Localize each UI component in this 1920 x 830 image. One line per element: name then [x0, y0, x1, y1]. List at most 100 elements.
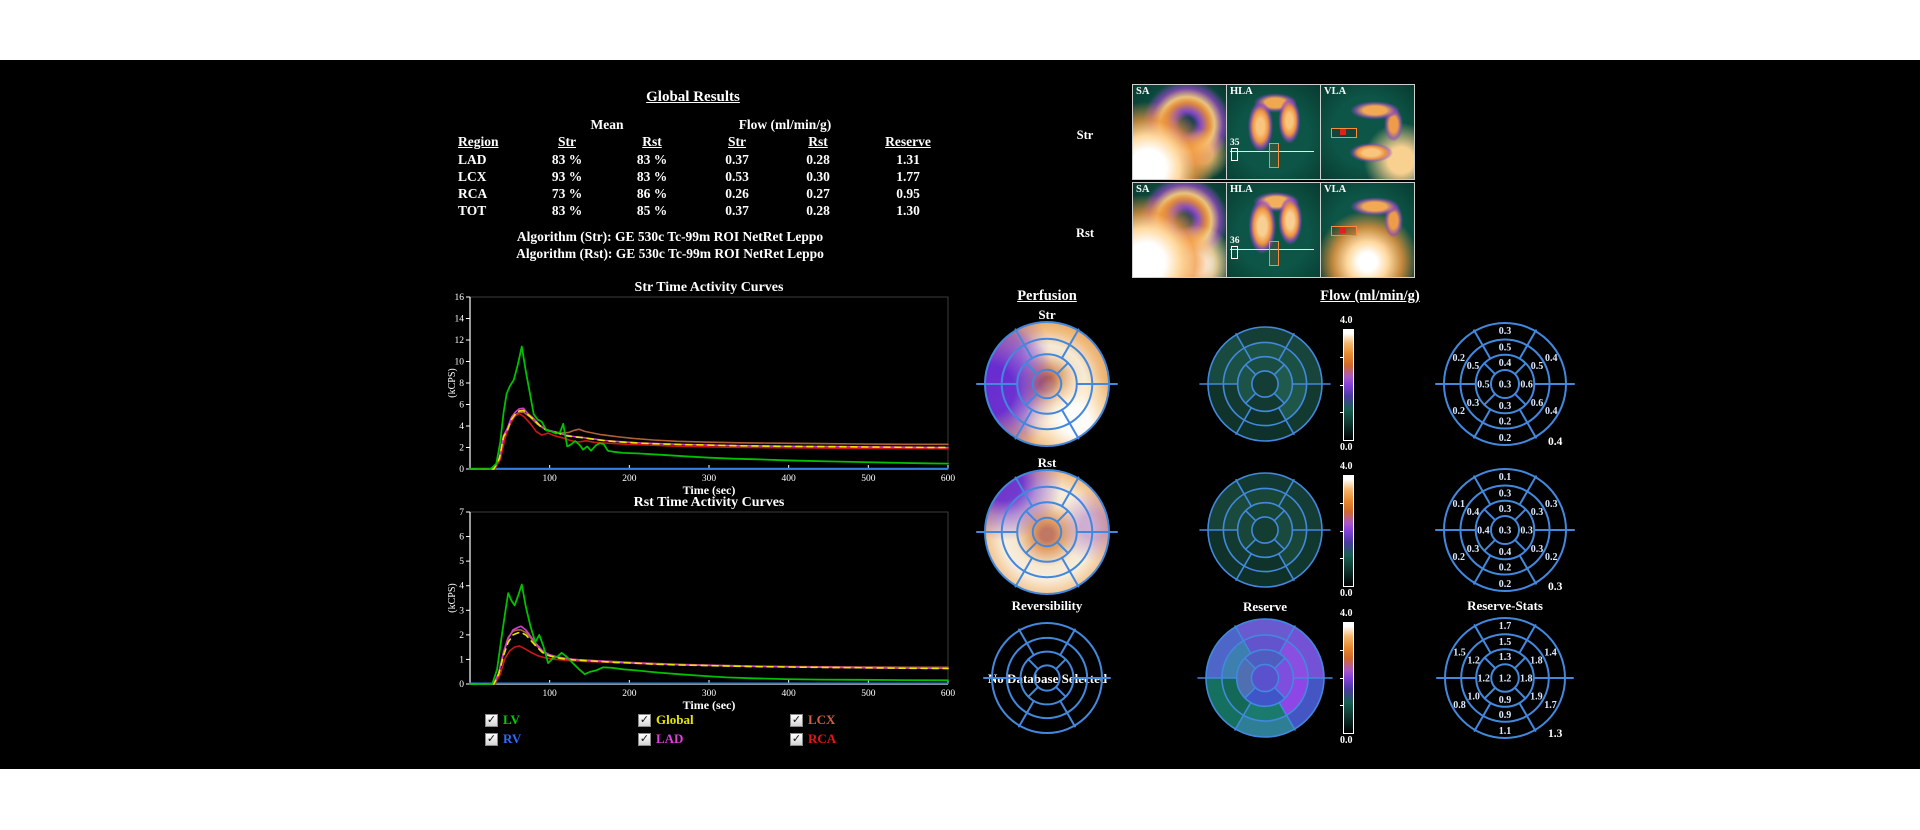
svg-text:400: 400	[782, 474, 797, 484]
table-cell: 0.26	[702, 186, 772, 202]
curve-lv	[470, 585, 948, 685]
svg-text:4: 4	[459, 422, 464, 432]
slice-cursor-handle[interactable]	[1231, 148, 1238, 161]
spect-vla-rest-image[interactable]: VLA	[1321, 183, 1414, 277]
flow-rst-colorbar	[1343, 475, 1354, 587]
table-cell: TOT	[458, 203, 522, 219]
legend-item-lv: ✓LV	[485, 712, 520, 728]
colorbar-max-label: 4.0	[1340, 461, 1353, 472]
svg-text:500: 500	[861, 689, 876, 699]
table-cell: LCX	[458, 169, 522, 185]
svg-text:0: 0	[459, 680, 464, 690]
svg-text:6: 6	[459, 401, 464, 411]
svg-text:0.3: 0.3	[1499, 504, 1512, 515]
svg-text:0.3: 0.3	[1545, 499, 1558, 510]
legend-label: RCA	[808, 731, 836, 747]
svg-text:(kCPS): (kCPS)	[448, 583, 458, 612]
svg-text:16: 16	[455, 293, 465, 303]
roi-marker[interactable]	[1269, 241, 1279, 266]
table-cell: 0.28	[783, 203, 853, 219]
rst-time-activity-chart: Rst Time Activity Curves0123456710020030…	[448, 496, 960, 712]
svg-text:1.1: 1.1	[1499, 726, 1512, 737]
svg-text:0.8: 0.8	[1453, 700, 1466, 711]
flow-rst-polar-map	[1198, 463, 1332, 597]
svg-text:0.2: 0.2	[1453, 406, 1466, 417]
svg-text:0.3: 0.3	[1467, 398, 1480, 409]
table-cell: 83 %	[617, 152, 687, 168]
col-header-reserve: Reserve	[873, 134, 943, 150]
svg-text:Time (sec): Time (sec)	[683, 483, 736, 497]
spect-rest-row: SA HLA 36 VLA	[1132, 182, 1415, 278]
svg-text:8: 8	[459, 379, 464, 389]
roi-marker[interactable]	[1331, 128, 1357, 138]
svg-text:1.8: 1.8	[1530, 655, 1543, 666]
svg-text:2: 2	[459, 631, 464, 641]
spect-hla-stress-image[interactable]: HLA 35	[1227, 85, 1320, 179]
checkbox-lcx[interactable]: ✓	[790, 714, 803, 727]
reserve-colorbar	[1343, 622, 1354, 734]
svg-text:100: 100	[543, 689, 558, 699]
table-cell: 93 %	[532, 169, 602, 185]
svg-text:(kCPS): (kCPS)	[448, 368, 458, 397]
table-cell: 0.53	[702, 169, 772, 185]
table-cell: 0.37	[702, 203, 772, 219]
svg-text:1.5: 1.5	[1499, 637, 1512, 648]
curve-lad	[470, 626, 948, 684]
col-header-mean-rst: Rst	[617, 134, 687, 150]
svg-text:0.3: 0.3	[1499, 401, 1512, 412]
checkbox-rca[interactable]: ✓	[790, 733, 803, 746]
algorithm-str-line: Algorithm (Str): GE 530c Tc-99m ROI NetR…	[450, 229, 890, 245]
svg-text:10: 10	[455, 358, 465, 368]
svg-text:14: 14	[455, 315, 465, 325]
tile-label: HLA	[1230, 86, 1253, 97]
svg-text:0.3: 0.3	[1531, 507, 1544, 518]
legend-label: RV	[503, 731, 521, 747]
legend-item-rca: ✓ RCA	[790, 731, 836, 747]
svg-text:0.5: 0.5	[1467, 361, 1480, 372]
col-header-flow-str: Str	[702, 134, 772, 150]
slice-number: 36	[1230, 236, 1240, 246]
checkbox-global[interactable]: ✓	[638, 714, 651, 727]
flow-str-colorbar	[1343, 329, 1354, 441]
roi-marker[interactable]	[1269, 143, 1279, 168]
svg-text:1.2: 1.2	[1499, 674, 1512, 685]
roi-marker[interactable]	[1331, 226, 1357, 236]
legend-label: Global	[656, 712, 694, 728]
svg-text:0.3: 0.3	[1467, 544, 1480, 555]
tile-label: HLA	[1230, 184, 1253, 195]
flow-rst-stats-map: 0.10.30.20.20.20.10.30.30.30.20.30.40.30…	[1434, 459, 1576, 601]
tile-label: SA	[1136, 86, 1149, 97]
spect-sa-rest-image[interactable]: SA	[1133, 183, 1226, 277]
svg-text:0.4: 0.4	[1545, 406, 1558, 417]
svg-text:0.1: 0.1	[1499, 472, 1512, 483]
flow-group-header: Flow (ml/min/g)	[715, 117, 855, 133]
tile-label: VLA	[1324, 86, 1346, 97]
col-header-mean-str: Str	[532, 134, 602, 150]
perfusion-str-grid	[975, 312, 1119, 456]
colorbar-min-label: 0.0	[1340, 442, 1353, 453]
svg-text:1.2: 1.2	[1477, 674, 1490, 685]
spect-vla-stress-image[interactable]: VLA	[1321, 85, 1414, 179]
svg-text:6: 6	[459, 533, 464, 543]
spect-hla-rest-image[interactable]: HLA 36	[1227, 183, 1320, 277]
svg-text:0.6: 0.6	[1531, 398, 1544, 409]
colorbar-min-label: 0.0	[1340, 735, 1353, 746]
checkbox-lv[interactable]: ✓	[485, 714, 498, 727]
checkbox-lad[interactable]: ✓	[638, 733, 651, 746]
slice-cursor-handle[interactable]	[1231, 246, 1238, 259]
svg-text:1.2: 1.2	[1467, 655, 1480, 666]
svg-text:400: 400	[782, 689, 797, 699]
svg-text:100: 100	[543, 474, 558, 484]
svg-text:0.5: 0.5	[1499, 343, 1512, 354]
spect-row-label-rst: Rst	[1065, 226, 1105, 241]
svg-text:1.9: 1.9	[1530, 692, 1543, 703]
curve-lad	[470, 408, 948, 469]
table-cell: 1.77	[873, 169, 943, 185]
svg-text:Rst Time Activity Curves: Rst Time Activity Curves	[634, 496, 785, 510]
checkbox-rv[interactable]: ✓	[485, 733, 498, 746]
perfusion-rst-grid	[975, 460, 1119, 604]
svg-text:12: 12	[455, 336, 465, 346]
colorbar-max-label: 4.0	[1340, 315, 1353, 326]
curve-global	[470, 410, 948, 469]
spect-sa-stress-image[interactable]: SA	[1133, 85, 1226, 179]
